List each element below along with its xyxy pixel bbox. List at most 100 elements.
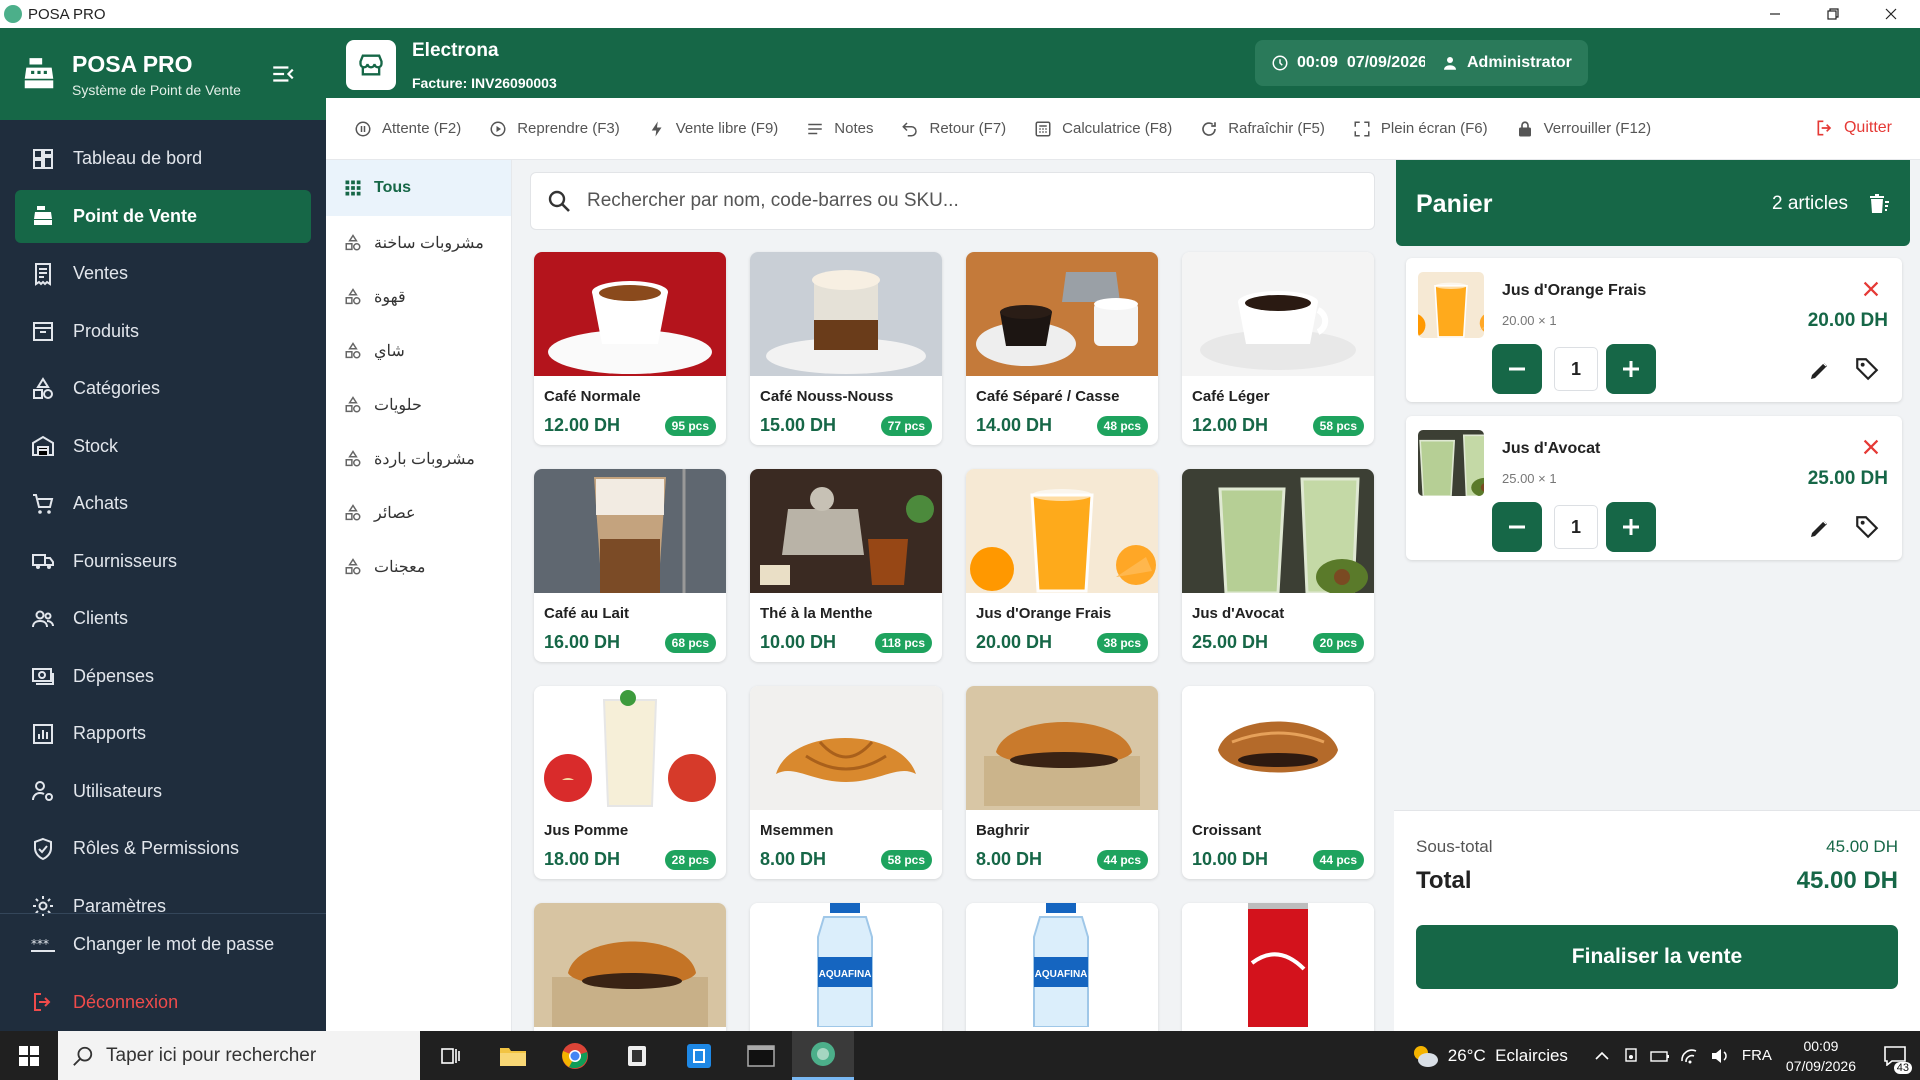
user-menu-button[interactable]: Administrator [1425,40,1588,86]
toolbar-pause-button[interactable]: Attente (F2) [354,120,461,138]
network-device-icon[interactable] [1622,1047,1640,1065]
decrease-qty-button[interactable] [1492,344,1542,394]
sidebar-item-dashboard[interactable]: Tableau de bord [15,132,311,185]
restore-button[interactable] [1804,0,1862,28]
qty-value[interactable]: 1 [1554,347,1598,391]
warehouse-icon [32,435,54,456]
sidebar-item-receipt[interactable]: Ventes [15,247,311,300]
product-card[interactable]: Baghrir 8.00 DH 44 pcs [966,686,1158,879]
edit-icon[interactable] [1808,358,1832,382]
toolbar-calculator-button[interactable]: Calculatrice (F8) [1034,120,1172,138]
taskbar-app-3[interactable] [606,1031,668,1080]
product-card[interactable]: Msemmen 8.00 DH 58 pcs [750,686,942,879]
category-all[interactable]: Tous [326,160,511,216]
finalize-sale-button[interactable]: Finaliser la vente [1416,925,1898,989]
sidebar-item-warehouse[interactable]: Stock [15,420,311,473]
edit-icon[interactable] [1808,516,1832,540]
sidebar-item-box[interactable]: Produits [15,305,311,358]
taskbar-app-4[interactable] [668,1031,730,1080]
pause-icon [355,121,371,136]
receipt-icon [35,262,51,286]
product-card[interactable] [534,903,726,1031]
language-indicator[interactable]: FRA [1742,1047,1772,1064]
task-view-button[interactable] [420,1031,482,1080]
weather-text[interactable]: 26°C Eclaircies [1448,1046,1568,1066]
toolbar-bolt-button[interactable]: Vente libre (F9) [648,120,778,138]
wifi-icon[interactable] [1680,1047,1700,1065]
sidebar-item-cash[interactable]: Dépenses [15,650,311,703]
toolbar-refresh-button[interactable]: Rafraîchir (F5) [1200,120,1325,138]
increase-qty-button[interactable] [1606,344,1656,394]
discount-tag-icon[interactable] [1854,514,1880,540]
stock-badge: 20 pcs [1312,633,1364,653]
cart-item-unit-price: 25.00 × 1 [1502,471,1557,486]
search-input[interactable] [587,190,1347,212]
sidebar-item-cart[interactable]: Achats [15,477,311,530]
toolbar-undo-button[interactable]: Retour (F7) [901,120,1006,138]
category-item[interactable]: مشروبات باردة [326,432,511,486]
remove-item-icon[interactable] [1860,436,1882,458]
quit-button[interactable]: Quitter [1815,118,1892,138]
category-item[interactable]: مشروبات ساخنة [326,216,511,270]
product-card[interactable]: Jus d'Avocat 25.00 DH 20 pcs [1182,469,1374,662]
product-card[interactable]: Croissant 10.00 DH 44 pcs [1182,686,1374,879]
product-image [966,686,1158,810]
product-card[interactable]: Café Léger 12.00 DH 58 pcs [1182,252,1374,445]
sidebar-item-chart[interactable]: Rapports [15,707,311,760]
discount-tag-icon[interactable] [1854,356,1880,382]
menu-collapse-icon[interactable] [270,61,296,87]
toolbar-lock-button[interactable]: Verrouiller (F12) [1516,120,1651,138]
toolbar-play-button[interactable]: Reprendre (F3) [489,120,620,138]
taskbar-search[interactable]: Taper ici pour rechercher [58,1031,420,1080]
cart-icon [33,493,54,514]
product-card[interactable]: Jus Pomme 18.00 DH 28 pcs [534,686,726,879]
decrease-qty-button[interactable] [1492,502,1542,552]
increase-qty-button[interactable] [1606,502,1656,552]
sidebar-item-users[interactable]: Clients [15,592,311,645]
change-password-button[interactable]: *** Changer le mot de passe [15,918,311,971]
battery-icon[interactable] [1650,1047,1670,1065]
product-card[interactable]: Café Normale 12.00 DH 95 pcs [534,252,726,445]
taskbar-posa[interactable] [792,1031,854,1080]
logout-button[interactable]: Déconnexion [15,976,311,1029]
sidebar-item-truck[interactable]: Fournisseurs [15,535,311,588]
minimize-button[interactable] [1746,0,1804,28]
notification-center-button[interactable]: 43 [1870,1031,1920,1080]
category-item[interactable]: حلويات [326,378,511,432]
category-all-label: Tous [374,179,412,196]
volume-icon[interactable] [1710,1047,1730,1065]
product-card[interactable]: AQUAFINA [966,903,1158,1031]
product-card[interactable]: AQUAFINA [750,903,942,1031]
toolbar-fullscreen-button[interactable]: Plein écran (F6) [1353,120,1488,138]
product-card[interactable]: Café au Lait 16.00 DH 68 pcs [534,469,726,662]
toolbar-notes-button[interactable]: Notes [806,120,873,138]
category-item[interactable]: شاي [326,324,511,378]
taskbar-clock[interactable]: 00:09 07/09/2026 [1786,1036,1856,1076]
taskbar-terminal[interactable] [730,1031,792,1080]
stock-badge: 38 pcs [1096,633,1148,653]
shapes-icon [345,558,361,575]
close-window-button[interactable] [1862,0,1920,28]
start-button[interactable] [0,1031,58,1080]
taskbar-chrome[interactable] [544,1031,606,1080]
sidebar-item-shapes[interactable]: Catégories [15,362,311,415]
chevron-up-icon[interactable] [1594,1048,1610,1064]
product-image [1182,252,1374,376]
sidebar-item-shield[interactable]: Rôles & Permissions [15,822,311,875]
clear-cart-icon[interactable] [1866,192,1890,216]
product-card[interactable]: Café Nouss-Nouss 15.00 DH 77 pcs [750,252,942,445]
taskbar-explorer[interactable] [482,1031,544,1080]
sidebar-item-pos-register[interactable]: Point de Vente [15,189,311,243]
qty-value[interactable]: 1 [1554,505,1598,549]
category-item[interactable]: عصائر [326,486,511,540]
stock-badge: 48 pcs [1096,416,1148,436]
product-card[interactable]: Jus d'Orange Frais 20.00 DH 38 pcs [966,469,1158,662]
category-item[interactable]: قهوة [326,270,511,324]
product-card[interactable]: Café Séparé / Casse 14.00 DH 48 pcs [966,252,1158,445]
product-card[interactable]: Thé à la Menthe 10.00 DH 118 pcs [750,469,942,662]
product-card[interactable] [1182,903,1374,1031]
sidebar-bottom: *** Changer le mot de passe Déconnexion [0,913,326,1033]
category-item[interactable]: معجنات [326,540,511,594]
remove-item-icon[interactable] [1860,278,1882,300]
sidebar-item-user-gear[interactable]: Utilisateurs [15,765,311,818]
